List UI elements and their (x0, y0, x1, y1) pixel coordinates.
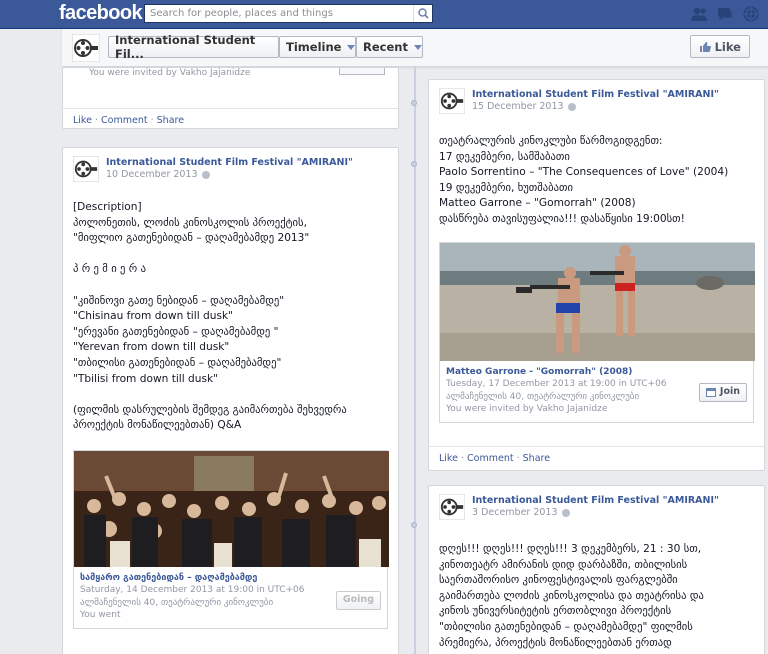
event-status: You were invited by Vakho Jajanidze (446, 404, 608, 415)
comment-link[interactable]: Comment (467, 453, 514, 464)
like-link[interactable]: Like (73, 115, 92, 126)
post-header: International Student Film Festival "AMI… (63, 148, 398, 192)
post-date[interactable]: 10 December 2013 (106, 169, 210, 180)
page-name-link[interactable]: International Student Film Festival "AMI… (472, 495, 719, 506)
event-title-link[interactable]: სამყარო გათენებიდან – დაღამებამდე (80, 573, 257, 583)
event-time: Saturday, 14 December 2013 at 19:00 in U… (80, 585, 305, 596)
page-name-link[interactable]: International Student Film Festival "AMI… (472, 89, 719, 100)
event-attachment[interactable]: Matteo Garrone - "Gomorrah" (2008) Tuesd… (439, 241, 755, 423)
event-title-link[interactable]: Matteo Garrone - "Gomorrah" (2008) (446, 367, 632, 377)
date-text: 15 December 2013 (472, 101, 564, 112)
event-photo[interactable] (440, 242, 755, 361)
post-text: დღეს!!! დღეს!!! დღეს!!! 3 დეკემბერს, 21 … (439, 543, 704, 649)
chevron-down-icon (413, 44, 422, 50)
globe-icon (561, 508, 570, 517)
date-text: 3 December 2013 (472, 507, 558, 518)
page-avatar[interactable] (73, 156, 99, 182)
event-time: Tuesday, 17 December 2013 at 19:00 in UT… (446, 379, 667, 390)
chevron-down-icon (347, 44, 356, 50)
like-label: Like (714, 39, 741, 54)
thumbs-up-icon (699, 41, 711, 52)
share-link[interactable]: Share (157, 115, 184, 126)
search-box[interactable] (144, 4, 433, 23)
page-avatar[interactable] (439, 494, 465, 520)
timeline-spine (414, 67, 416, 654)
search-icon[interactable] (413, 5, 432, 22)
post-card: International Student Film Festival "AMI… (428, 485, 765, 654)
event-attachment[interactable]: სამყარო გათენებიდან – დაღამებამდე Saturd… (73, 449, 389, 629)
post-header: International Student Film Festival "AMI… (429, 486, 764, 530)
like-link[interactable]: Like (439, 453, 458, 464)
friend-requests-icon[interactable] (690, 5, 708, 23)
join-label: Join (719, 385, 740, 397)
share-link[interactable]: Share (523, 453, 550, 464)
page-title: International Student Fil... (115, 33, 256, 61)
timeline-label: Timeline (286, 40, 342, 54)
page-avatar[interactable] (439, 88, 465, 114)
post-card: International Student Film Festival "AMI… (428, 79, 765, 471)
post-card: International Student Film Festival "AMI… (62, 147, 399, 654)
recent-dropdown[interactable]: Recent (356, 36, 423, 58)
post-header: International Student Film Festival "AMI… (429, 80, 764, 124)
recent-label: Recent (363, 40, 408, 54)
page-profile-picture[interactable] (72, 34, 100, 62)
timeline-marker (411, 100, 417, 106)
facebook-logo[interactable]: facebook (59, 2, 143, 25)
post-actions: Like · Comment · Share (63, 108, 398, 132)
page-title-dropdown[interactable]: International Student Fil... (108, 33, 279, 61)
post-actions: Like · Comment · Share (429, 446, 764, 470)
event-place: ალმაჩენელის 40, თეატრალური კინოკლუბი (80, 597, 274, 608)
notifications-icon[interactable] (742, 5, 760, 23)
event-place: ალმაჩენელის 40, თეატრალური კინოკლუბი (446, 391, 640, 402)
timeline-dropdown[interactable]: Timeline (279, 36, 356, 58)
globe-icon (567, 102, 576, 111)
search-input[interactable] (145, 5, 413, 22)
going-label: Going (342, 594, 374, 606)
like-page-button[interactable]: Like (689, 35, 750, 58)
globe-icon (201, 170, 210, 179)
comment-link[interactable]: Comment (101, 115, 148, 126)
join-button[interactable]: Join (698, 382, 747, 402)
event-status: You went (80, 610, 121, 621)
date-text: 10 December 2013 (106, 169, 198, 180)
post-date[interactable]: 15 December 2013 (472, 101, 576, 112)
calendar-icon (705, 388, 716, 398)
page-name-link[interactable]: International Student Film Festival "AMI… (106, 157, 353, 168)
post-text: თეატრალურის კინოკლუბი წარმოგიდგენთ: 17 დ… (439, 135, 729, 225)
event-info: სამყარო გათენებიდან – დაღამებამდე Saturd… (74, 567, 387, 628)
post-text: [Description] პოლონეთის, ლოძის კინოსკოლი… (73, 201, 347, 432)
timeline-marker (411, 522, 417, 528)
timeline-marker (411, 161, 417, 167)
going-button[interactable]: Going (335, 590, 381, 610)
invited-text: You were invited by Vakho Jajanidze (89, 68, 251, 78)
post-date[interactable]: 3 December 2013 (472, 507, 570, 518)
messages-icon[interactable] (716, 5, 734, 23)
event-photo[interactable] (74, 450, 389, 567)
event-info: Matteo Garrone - "Gomorrah" (2008) Tuesd… (440, 361, 753, 422)
post-card-partial: You were invited by Vakho Jajanidze Like… (62, 67, 399, 129)
event-button-partial[interactable] (339, 68, 385, 75)
top-bar: facebook (0, 0, 768, 29)
timeline-nav-bar: International Student Fil... Timeline Re… (62, 29, 768, 67)
